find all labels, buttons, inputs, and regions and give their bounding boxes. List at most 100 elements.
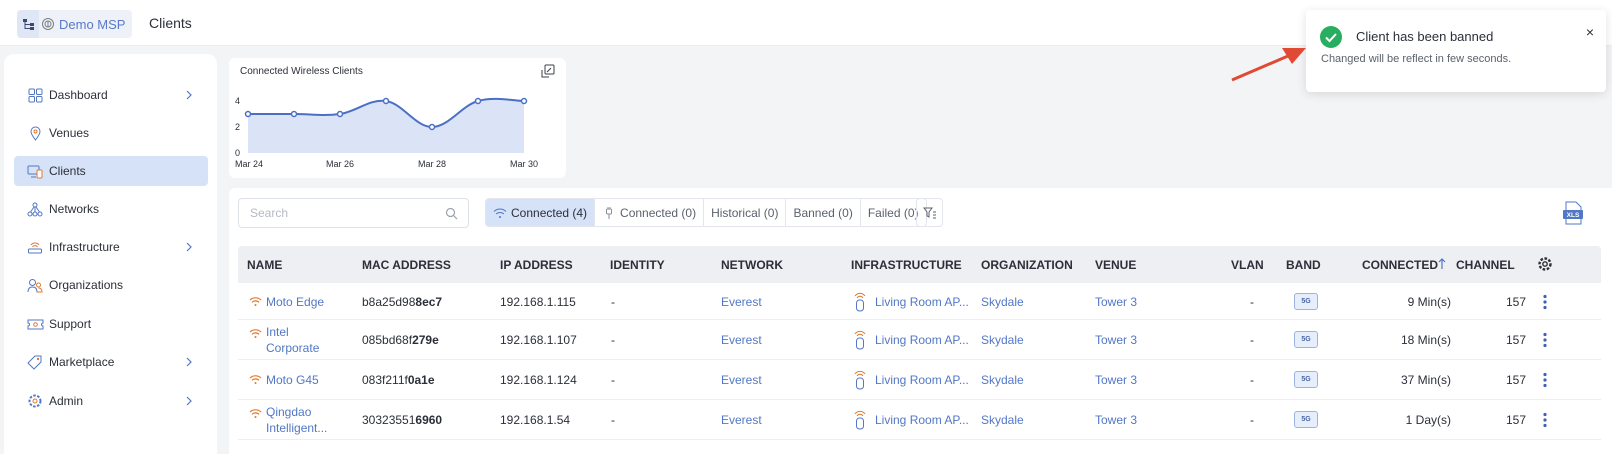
client-name-link[interactable]: Moto Edge (266, 295, 324, 309)
x-tick-label: Mar 26 (326, 159, 354, 169)
x-tick-label: Mar 30 (510, 159, 538, 169)
organization-icon (26, 276, 44, 294)
close-icon[interactable]: × (1586, 24, 1594, 40)
more-options-icon[interactable] (1542, 372, 1548, 388)
expand-icon[interactable] (541, 64, 555, 78)
tab-historical[interactable]: Historical (0) (704, 199, 787, 226)
column-header-venue[interactable]: VENUE (1095, 258, 1136, 272)
brand-switcher[interactable]: Demo MSP (17, 10, 132, 38)
organization-link[interactable]: Skydale (981, 295, 1024, 309)
access-point-icon (854, 410, 866, 430)
band-badge: 5G (1294, 331, 1318, 348)
infrastructure-link[interactable]: Living Room AP... (875, 333, 969, 347)
search-input[interactable] (250, 199, 440, 227)
clients-icon (26, 162, 44, 180)
column-header-ip[interactable]: IP ADDRESS (500, 258, 573, 272)
table-row[interactable]: Intel Corporate 085bd68f279e 192.168.1.107… (238, 320, 1601, 360)
ip-address: 192.168.1.54 (500, 413, 571, 427)
sort-ascending-icon[interactable] (1437, 258, 1447, 270)
infrastructure-link[interactable]: Living Room AP... (875, 373, 969, 387)
sidebar-item-label: Clients (49, 164, 86, 178)
more-options-icon[interactable] (1542, 294, 1548, 310)
infrastructure-link[interactable]: Living Room AP... (875, 295, 969, 309)
column-header-organization[interactable]: ORGANIZATION (981, 258, 1073, 272)
table-row[interactable]: Qingdao Intelligent... 303235516960 192.16… (238, 400, 1601, 440)
clients-table: NAME MAC ADDRESS IP ADDRESS IDENTITY NET… (238, 246, 1601, 440)
access-point-icon (854, 292, 866, 312)
sidebar-item-marketplace[interactable]: Marketplace (14, 347, 208, 377)
table-row[interactable]: Moto G45 083f211f0a1e 192.168.1.124 - Everes… (238, 360, 1601, 400)
sidebar-item-organizations[interactable]: Organizations (14, 270, 208, 300)
band-badge: 5G (1294, 411, 1318, 428)
mac-prefix: 085bd68f (362, 333, 413, 347)
data-point[interactable] (244, 110, 252, 118)
support-ticket-icon (26, 315, 44, 333)
column-header-infrastructure[interactable]: INFRASTRUCTURE (851, 258, 962, 272)
sidebar-item-venues[interactable]: Venues (14, 118, 208, 148)
column-header-name[interactable]: NAME (247, 258, 282, 272)
venue-link[interactable]: Tower 3 (1095, 295, 1137, 309)
column-header-channel[interactable]: CHANNEL (1456, 258, 1515, 272)
table-row[interactable]: Moto Edge b8a25d988ec7 192.168.1.115 - Evere… (238, 283, 1601, 320)
sidebar-item-dashboard[interactable]: Dashboard (14, 80, 208, 110)
y-tick-label: 2 (235, 122, 240, 132)
organization-link[interactable]: Skydale (981, 333, 1024, 347)
data-point[interactable] (474, 97, 482, 105)
infrastructure-link[interactable]: Living Room AP... (875, 413, 969, 427)
more-options-icon[interactable] (1542, 412, 1548, 428)
network-link[interactable]: Everest (721, 413, 762, 427)
chevron-right-icon (186, 396, 192, 406)
access-point-icon (26, 238, 44, 256)
svg-text:XLS: XLS (1567, 212, 1580, 219)
sidebar-item-support[interactable]: Support (14, 309, 208, 339)
clients-panel: Connected (4) Connected (0) Historical (… (229, 188, 1612, 454)
tab-connected-wireless[interactable]: Connected (4) (486, 199, 596, 226)
data-point[interactable] (520, 97, 528, 105)
export-xls-icon[interactable]: XLS (1562, 201, 1584, 225)
network-link[interactable]: Everest (721, 295, 762, 309)
column-header-identity[interactable]: IDENTITY (610, 258, 665, 272)
connected-duration: 37 Min(s) (1400, 373, 1451, 387)
organization-link[interactable]: Skydale (981, 373, 1024, 387)
mac-prefix: 083f211f (362, 373, 408, 387)
table-header: NAME MAC ADDRESS IP ADDRESS IDENTITY NET… (238, 246, 1601, 283)
tab-connected-wired[interactable]: Connected (0) (595, 199, 705, 226)
column-header-band[interactable]: BAND (1286, 258, 1321, 272)
sidebar-item-clients[interactable]: Clients (14, 156, 208, 186)
column-header-network[interactable]: NETWORK (721, 258, 783, 272)
sidebar-item-networks[interactable]: Networks (14, 194, 208, 224)
sidebar-item-admin[interactable]: Admin (14, 386, 208, 416)
access-point-icon (854, 370, 866, 390)
filter-icon (922, 207, 936, 218)
column-header-vlan[interactable]: VLAN (1231, 258, 1264, 272)
client-name-link[interactable]: Qingdao Intelligent... (266, 404, 341, 436)
sidebar-item-infrastructure[interactable]: Infrastructure (14, 232, 208, 262)
data-point[interactable] (428, 123, 436, 131)
network-link[interactable]: Everest (721, 333, 762, 347)
data-point[interactable] (290, 110, 298, 118)
sidebar-item-label: Networks (49, 202, 100, 216)
gear-icon (26, 392, 44, 410)
ip-address: 192.168.1.107 (500, 333, 577, 347)
venue-link[interactable]: Tower 3 (1095, 413, 1137, 427)
wifi-icon (249, 409, 262, 418)
filter-button[interactable] (916, 198, 943, 227)
data-point[interactable] (382, 97, 390, 105)
ip-address: 192.168.1.124 (500, 373, 577, 387)
venue-link[interactable]: Tower 3 (1095, 333, 1137, 347)
client-name-link[interactable]: Moto G45 (266, 373, 319, 387)
connected-duration: 9 Min(s) (1407, 295, 1451, 309)
column-settings-gear-icon[interactable] (1537, 256, 1553, 272)
wifi-icon (249, 375, 262, 384)
more-options-icon[interactable] (1542, 332, 1548, 348)
client-name-link[interactable]: Intel Corporate (266, 324, 341, 356)
tab-banned[interactable]: Banned (0) (786, 199, 861, 226)
mac-address: 085bd68f279e (362, 333, 439, 347)
column-header-mac[interactable]: MAC ADDRESS (362, 258, 451, 272)
organization-link[interactable]: Skydale (981, 413, 1024, 427)
data-point[interactable] (336, 110, 344, 118)
chart-title: Connected Wireless Clients (240, 66, 363, 77)
network-link[interactable]: Everest (721, 373, 762, 387)
column-header-connected[interactable]: CONNECTED (1362, 258, 1438, 272)
venue-link[interactable]: Tower 3 (1095, 373, 1137, 387)
